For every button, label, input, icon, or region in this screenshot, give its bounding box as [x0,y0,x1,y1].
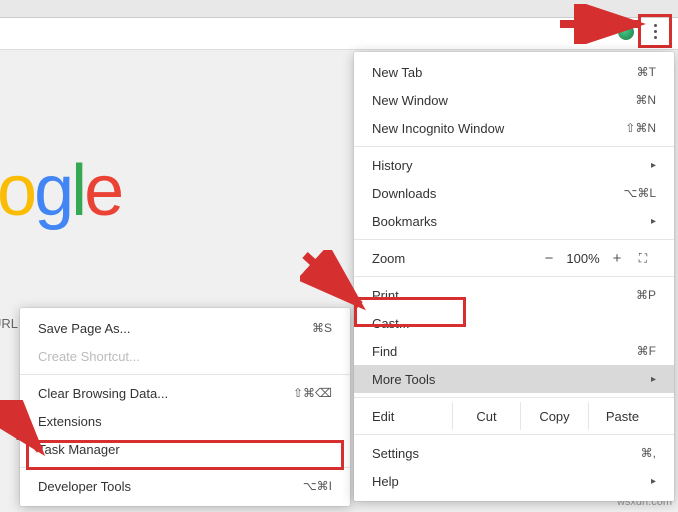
zoom-in-button[interactable]: + [604,250,630,267]
menu-edit: Edit Cut Copy Paste [354,402,674,430]
zoom-value: 100% [562,251,604,266]
menu-print[interactable]: Print...⌘P [354,281,674,309]
menu-separator [20,374,350,375]
fullscreen-icon[interactable]: ⛶ [630,251,656,266]
menu-more-tools[interactable]: More Tools▸ [354,365,674,393]
submenu-create-shortcut: Create Shortcut... [20,342,350,370]
menu-bookmarks[interactable]: Bookmarks▸ [354,207,674,235]
chrome-main-menu: New Tab⌘T New Window⌘N New Incognito Win… [354,52,674,501]
menu-separator [354,146,674,147]
menu-separator [354,239,674,240]
edit-copy-button[interactable]: Copy [520,402,588,430]
edit-cut-button[interactable]: Cut [452,402,520,430]
menu-separator [354,276,674,277]
menu-new-incognito[interactable]: New Incognito Window⇧⌘N [354,114,674,142]
tab-strip [0,0,678,18]
chevron-right-icon: ▸ [651,476,656,487]
menu-zoom: Zoom − 100% + ⛶ [354,244,674,272]
menu-help[interactable]: Help▸ [354,467,674,495]
menu-history[interactable]: History▸ [354,151,674,179]
submenu-extensions[interactable]: Extensions [20,407,350,435]
menu-separator [354,434,674,435]
submenu-developer-tools[interactable]: Developer Tools⌥⌘I [20,472,350,500]
toolbar [0,18,678,50]
chevron-right-icon: ▸ [651,216,656,227]
menu-separator [354,397,674,398]
menu-settings[interactable]: Settings⌘, [354,439,674,467]
more-tools-submenu: Save Page As...⌘S Create Shortcut... Cle… [20,308,350,506]
chevron-right-icon: ▸ [651,160,656,171]
menu-find[interactable]: Find⌘F [354,337,674,365]
zoom-out-button[interactable]: − [536,250,562,267]
submenu-clear-browsing[interactable]: Clear Browsing Data...⇧⌘⌫ [20,379,350,407]
google-logo: oogle [0,150,121,232]
edit-paste-button[interactable]: Paste [588,402,656,430]
menu-new-tab[interactable]: New Tab⌘T [354,58,674,86]
menu-downloads[interactable]: Downloads⌥⌘L [354,179,674,207]
chevron-right-icon: ▸ [651,374,656,385]
profile-avatar[interactable] [618,24,634,40]
submenu-save-page[interactable]: Save Page As...⌘S [20,314,350,342]
submenu-task-manager[interactable]: Task Manager [20,435,350,463]
menu-new-window[interactable]: New Window⌘N [354,86,674,114]
menu-separator [20,467,350,468]
url-label: URL [0,316,18,331]
menu-cast[interactable]: Cast... [354,309,674,337]
kebab-menu-button[interactable] [644,20,666,42]
